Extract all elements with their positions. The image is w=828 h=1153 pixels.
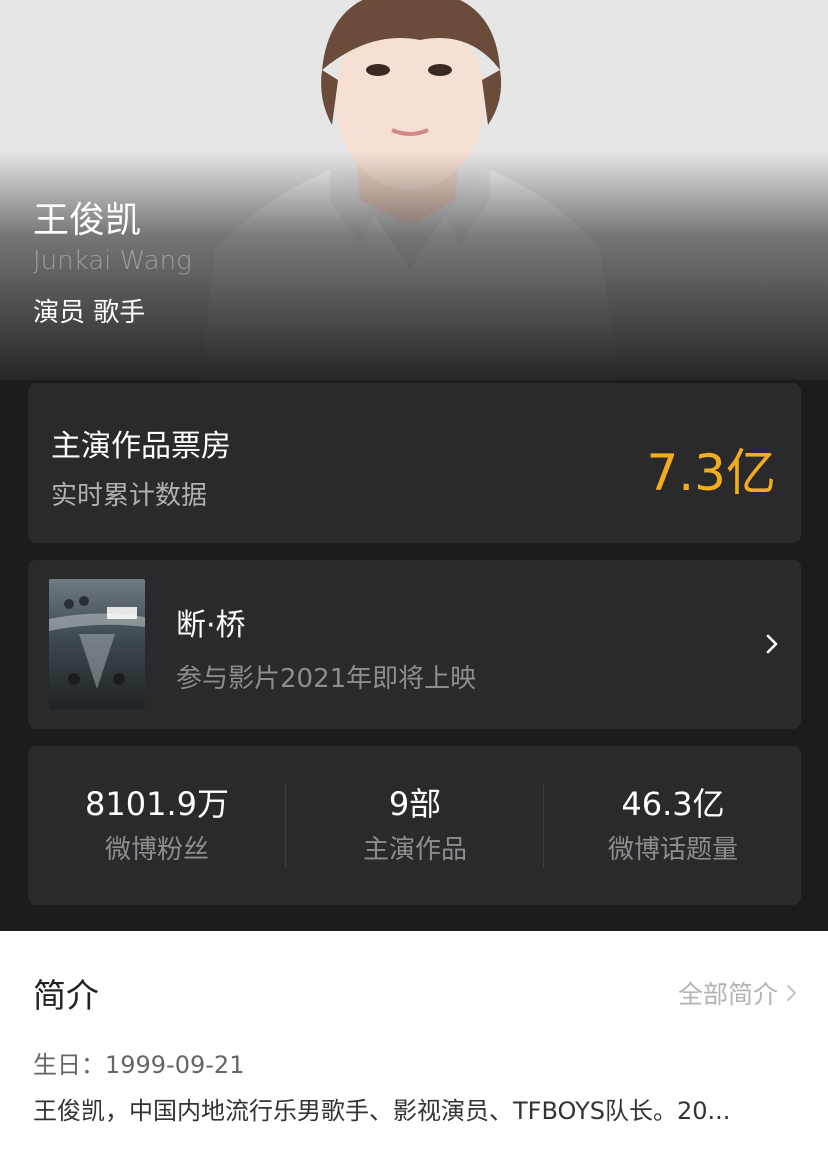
stat-lead-works[interactable]: 9部 主演作品 bbox=[286, 782, 544, 870]
stat-value: 9部 bbox=[388, 785, 442, 823]
artist-roles: 演员 歌手 bbox=[33, 298, 146, 328]
stat-value: 46.3亿 bbox=[621, 785, 725, 823]
full-intro-link[interactable]: 全部简介 bbox=[678, 975, 798, 1011]
birthday-text: 生日：1999-09-21 bbox=[33, 1051, 245, 1079]
film-poster bbox=[49, 579, 145, 709]
stat-weibo-fans[interactable]: 8101.9万 微博粉丝 bbox=[28, 782, 286, 870]
upcoming-film-card[interactable]: 断·桥 参与影片2021年即将上映 bbox=[28, 560, 801, 729]
box-office-title: 主演作品票房 bbox=[51, 429, 231, 464]
box-office-card[interactable]: 主演作品票房 实时累计数据 7.3亿 bbox=[28, 383, 801, 543]
stats-card: 8101.9万 微博粉丝 9部 主演作品 46.3亿 微博话题量 bbox=[28, 746, 801, 905]
intro-title: 简介 bbox=[33, 976, 99, 1015]
stat-value: 8101.9万 bbox=[85, 785, 229, 823]
stat-label: 微博粉丝 bbox=[104, 835, 209, 865]
full-intro-label: 全部简介 bbox=[677, 980, 778, 1009]
stat-weibo-topics[interactable]: 46.3亿 微博话题量 bbox=[544, 782, 802, 870]
artist-hero: 王俊凯 Junkai Wang 演员 歌手 bbox=[0, 0, 828, 380]
intro-section: 简介 全部简介 生日：1999-09-21 王俊凯，中国内地流行乐男歌手、影视演… bbox=[0, 931, 828, 1153]
film-title: 断·桥 bbox=[176, 608, 246, 643]
box-office-subtitle: 实时累计数据 bbox=[51, 481, 208, 511]
stat-label: 微博话题量 bbox=[607, 835, 738, 865]
chevron-right-icon[interactable] bbox=[765, 632, 781, 656]
film-subtitle: 参与影片2021年即将上映 bbox=[176, 664, 477, 694]
artist-name: 王俊凯 bbox=[33, 200, 142, 241]
artist-english-name: Junkai Wang bbox=[33, 246, 192, 276]
box-office-value: 7.3亿 bbox=[646, 444, 776, 502]
chevron-right-icon bbox=[787, 985, 796, 1001]
stat-label: 主演作品 bbox=[362, 835, 467, 865]
bio-text: 王俊凯，中国内地流行乐男歌手、影视演员、TFBOYS队长。20... bbox=[33, 1097, 731, 1125]
